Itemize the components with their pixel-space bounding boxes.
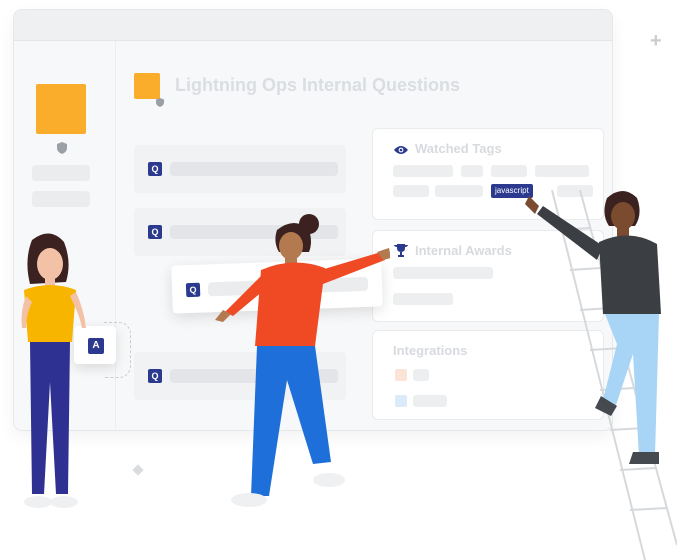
dashed-outline <box>104 322 131 378</box>
plus-decoration: + <box>650 30 662 52</box>
question-row[interactable]: Q <box>134 145 346 193</box>
integration-icon <box>395 395 407 407</box>
person-climbing-ladder-illustration <box>525 191 661 464</box>
answer-badge-icon: A <box>88 338 104 354</box>
person-yellow-shirt-illustration <box>21 233 86 508</box>
sidebar-item[interactable] <box>32 165 90 181</box>
tag[interactable] <box>461 165 483 177</box>
question-badge-icon: Q <box>185 282 201 298</box>
tag[interactable] <box>535 165 589 177</box>
integrations-title: Integrations <box>393 343 468 358</box>
award-placeholder <box>393 267 493 279</box>
diamond-decoration <box>132 464 144 476</box>
question-badge-icon: Q <box>148 162 162 176</box>
tag[interactable] <box>393 165 453 177</box>
window-titlebar <box>14 10 612 41</box>
page-title: Lightning Ops Internal Questions <box>175 75 461 95</box>
integration-name-placeholder <box>413 369 429 381</box>
integration-name-placeholder <box>413 395 447 407</box>
internal-awards-title: Internal Awards <box>415 243 512 258</box>
team-logo <box>36 84 86 134</box>
tag[interactable] <box>435 185 483 197</box>
sidebar-item[interactable] <box>32 191 90 207</box>
watched-tags-title: Watched Tags <box>415 141 502 156</box>
shield-icon <box>156 94 164 112</box>
tag[interactable] <box>491 165 527 177</box>
integration-icon <box>395 369 407 381</box>
question-title-placeholder <box>170 162 338 176</box>
award-placeholder <box>393 293 453 305</box>
shield-icon <box>57 141 67 159</box>
eye-icon <box>393 143 409 161</box>
tag[interactable] <box>393 185 429 197</box>
question-badge-icon: Q <box>148 369 162 383</box>
question-badge-icon: Q <box>148 225 162 239</box>
trophy-icon <box>393 243 409 262</box>
person-red-shirt-illustration <box>215 214 390 507</box>
